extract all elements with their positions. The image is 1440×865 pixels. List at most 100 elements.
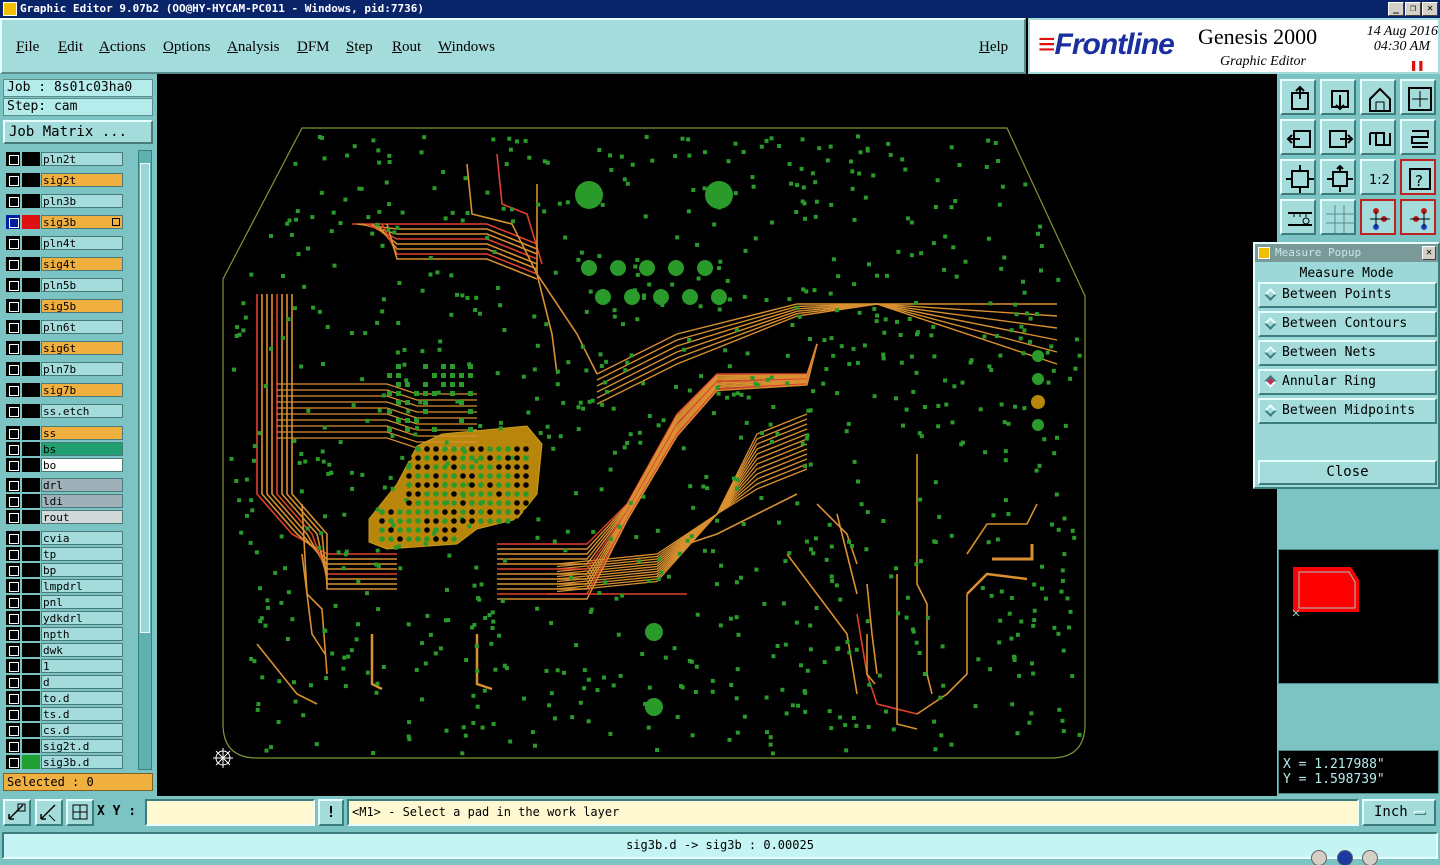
layer-swatch[interactable] — [22, 675, 40, 689]
menu-dfm[interactable]: DFM — [297, 39, 330, 56]
grid-button[interactable] — [1320, 199, 1356, 235]
layer-name[interactable]: pln2t — [41, 152, 123, 166]
layer-name[interactable]: lmpdrl — [41, 579, 123, 593]
layer-swatch[interactable] — [22, 194, 40, 208]
scale-1-2-button[interactable]: 1:2 — [1360, 159, 1396, 195]
layer-b-button[interactable] — [1400, 199, 1436, 235]
popup-title-bar[interactable]: Measure Popup — [1255, 244, 1438, 262]
layer-name[interactable]: to.d — [41, 691, 123, 705]
layer-name[interactable]: ydkdrl — [41, 611, 123, 625]
layer-name[interactable]: pln7b — [41, 362, 123, 376]
layer-swatch[interactable] — [22, 173, 40, 187]
maximize-button[interactable]: ❐ — [1405, 2, 1421, 16]
layer-name[interactable]: bs — [41, 442, 123, 456]
layer-name[interactable]: ss.etch — [41, 404, 123, 418]
help-tray-icon[interactable] — [1337, 850, 1353, 865]
layer-name[interactable]: pln6t — [41, 320, 123, 334]
layer-name[interactable]: npth — [41, 627, 123, 641]
grid-snap-icon[interactable] — [66, 799, 94, 826]
pause-icon[interactable]: ❚❚ — [1410, 58, 1424, 72]
layer-swatch[interactable] — [22, 579, 40, 593]
minimize-button[interactable]: _ — [1388, 2, 1404, 16]
fit-button[interactable] — [1400, 79, 1436, 115]
layer-checkbox[interactable] — [6, 579, 20, 593]
layer-checkbox[interactable] — [6, 547, 20, 561]
menu-edit[interactable]: Edit — [58, 39, 83, 56]
layer-checkbox[interactable] — [6, 278, 20, 292]
measure-option[interactable]: Annular Ring — [1258, 369, 1437, 395]
zoom-out-button[interactable] — [1320, 79, 1356, 115]
layer-swatch[interactable] — [22, 442, 40, 456]
pan-left-button[interactable] — [1280, 119, 1316, 155]
menu-step[interactable]: Step — [346, 39, 373, 56]
layer-checkbox[interactable] — [6, 383, 20, 397]
layer-checkbox[interactable] — [6, 478, 20, 492]
layer-row[interactable]: pln2t — [5, 152, 123, 167]
layer-checkbox[interactable] — [6, 404, 20, 418]
unit-selector[interactable]: Inch — [1362, 799, 1436, 826]
layer-checkbox[interactable] — [6, 299, 20, 313]
layer-checkbox[interactable] — [6, 341, 20, 355]
layer-checkbox[interactable] — [6, 755, 20, 769]
radio-diamond-icon[interactable] — [1264, 288, 1277, 301]
layer-swatch[interactable] — [22, 755, 40, 769]
measure-option[interactable]: Between Midpoints — [1258, 398, 1437, 424]
layer-row[interactable]: drl — [5, 478, 123, 493]
layer-checkbox[interactable] — [6, 739, 20, 753]
layer-swatch[interactable] — [22, 320, 40, 334]
layer-name[interactable]: ss — [41, 426, 123, 440]
layer-swatch[interactable] — [22, 478, 40, 492]
popup-close-icon[interactable]: ✕ — [1422, 246, 1436, 260]
layer-name[interactable]: sig4t — [41, 257, 123, 271]
layer-checkbox[interactable] — [6, 426, 20, 440]
layer-row[interactable]: bp — [5, 563, 123, 578]
layer-row[interactable]: sig2t — [5, 173, 123, 188]
layer-name[interactable]: cs.d — [41, 723, 123, 737]
layer-row[interactable]: sig7b — [5, 383, 123, 398]
zoom-center-button[interactable] — [1320, 159, 1356, 195]
tray-icon-2[interactable] — [1362, 850, 1378, 865]
menu-help[interactable]: Help — [979, 39, 1008, 56]
layer-swatch[interactable] — [22, 362, 40, 376]
layer-checkbox[interactable] — [6, 531, 20, 545]
layer-swatch[interactable] — [22, 739, 40, 753]
alert-icon[interactable]: ! — [318, 799, 344, 826]
layer-name[interactable]: dwk — [41, 643, 123, 657]
layer-swatch[interactable] — [22, 299, 40, 313]
layer-name[interactable]: cvia — [41, 531, 123, 545]
layer-row[interactable]: lmpdrl — [5, 579, 123, 594]
layer-checkbox[interactable] — [6, 691, 20, 705]
overview-map[interactable] — [1278, 549, 1439, 684]
menu-file[interactable]: File — [16, 39, 39, 56]
layer-swatch[interactable] — [22, 458, 40, 472]
layer-row[interactable]: ss — [5, 426, 123, 441]
measure-tool-icon[interactable] — [35, 799, 63, 826]
snap-icon[interactable] — [3, 799, 31, 826]
layer-row[interactable]: dwk — [5, 643, 123, 658]
layer-swatch[interactable] — [22, 595, 40, 609]
home-button[interactable] — [1360, 79, 1396, 115]
close-window-button[interactable]: ✕ — [1422, 2, 1438, 16]
measure-option[interactable]: Between Nets — [1258, 340, 1437, 366]
layer-row[interactable]: ss.etch — [5, 404, 123, 419]
radio-diamond-icon[interactable] — [1264, 404, 1277, 417]
menu-rout[interactable]: Rout — [392, 39, 421, 56]
layer-name[interactable]: rout — [41, 510, 123, 524]
layer-row[interactable]: pln7b — [5, 362, 123, 377]
menu-actions[interactable]: Actions — [99, 39, 146, 56]
layer-swatch[interactable] — [22, 426, 40, 440]
layer-checkbox[interactable] — [6, 173, 20, 187]
layer-swatch[interactable] — [22, 643, 40, 657]
layer-checkbox[interactable] — [6, 194, 20, 208]
layer-swatch[interactable] — [22, 659, 40, 673]
layer-row[interactable]: sig6t — [5, 341, 123, 356]
xy-input[interactable] — [145, 799, 315, 826]
layer-name[interactable]: sig6t — [41, 341, 123, 355]
layer-swatch[interactable] — [22, 215, 40, 229]
layer-row[interactable]: pln3b — [5, 194, 123, 209]
ruler-button[interactable] — [1280, 199, 1316, 235]
layer-checkbox[interactable] — [6, 595, 20, 609]
zoom-fit-button[interactable] — [1280, 159, 1316, 195]
layer-swatch[interactable] — [22, 547, 40, 561]
layer-swatch[interactable] — [22, 611, 40, 625]
